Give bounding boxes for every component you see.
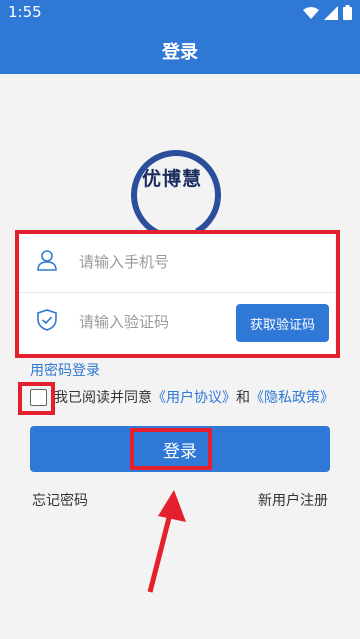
status-icons bbox=[303, 5, 352, 20]
forgot-password-link[interactable]: 忘记密码 bbox=[32, 490, 88, 510]
status-bar: 1:55 bbox=[0, 0, 360, 26]
wifi-icon bbox=[303, 6, 319, 19]
app-bar: 登录 bbox=[0, 26, 360, 74]
highlight-login-button bbox=[130, 428, 212, 470]
user-agreement-link[interactable]: 《用户协议》 bbox=[152, 390, 236, 406]
agreement-text: 我已阅读并同意《用户协议》和《隐私政策》 bbox=[54, 387, 334, 407]
red-arrow-icon bbox=[147, 490, 186, 593]
register-link[interactable]: 新用户注册 bbox=[258, 490, 328, 510]
password-login-link[interactable]: 用密码登录 bbox=[30, 360, 100, 380]
highlight-checkbox bbox=[18, 382, 55, 415]
agreement-prefix: 我已阅读并同意 bbox=[54, 390, 152, 406]
agreement-row: 我已阅读并同意《用户协议》和《隐私政策》 bbox=[30, 387, 350, 411]
signal-icon bbox=[324, 5, 338, 20]
agreement-and: 和 bbox=[236, 390, 250, 406]
battery-icon bbox=[343, 5, 352, 20]
status-time: 1:55 bbox=[8, 3, 42, 21]
highlight-form bbox=[15, 230, 340, 358]
page-title: 登录 bbox=[162, 42, 198, 63]
logo-text: 优博慧 bbox=[142, 168, 203, 190]
privacy-policy-link[interactable]: 《隐私政策》 bbox=[250, 390, 334, 406]
